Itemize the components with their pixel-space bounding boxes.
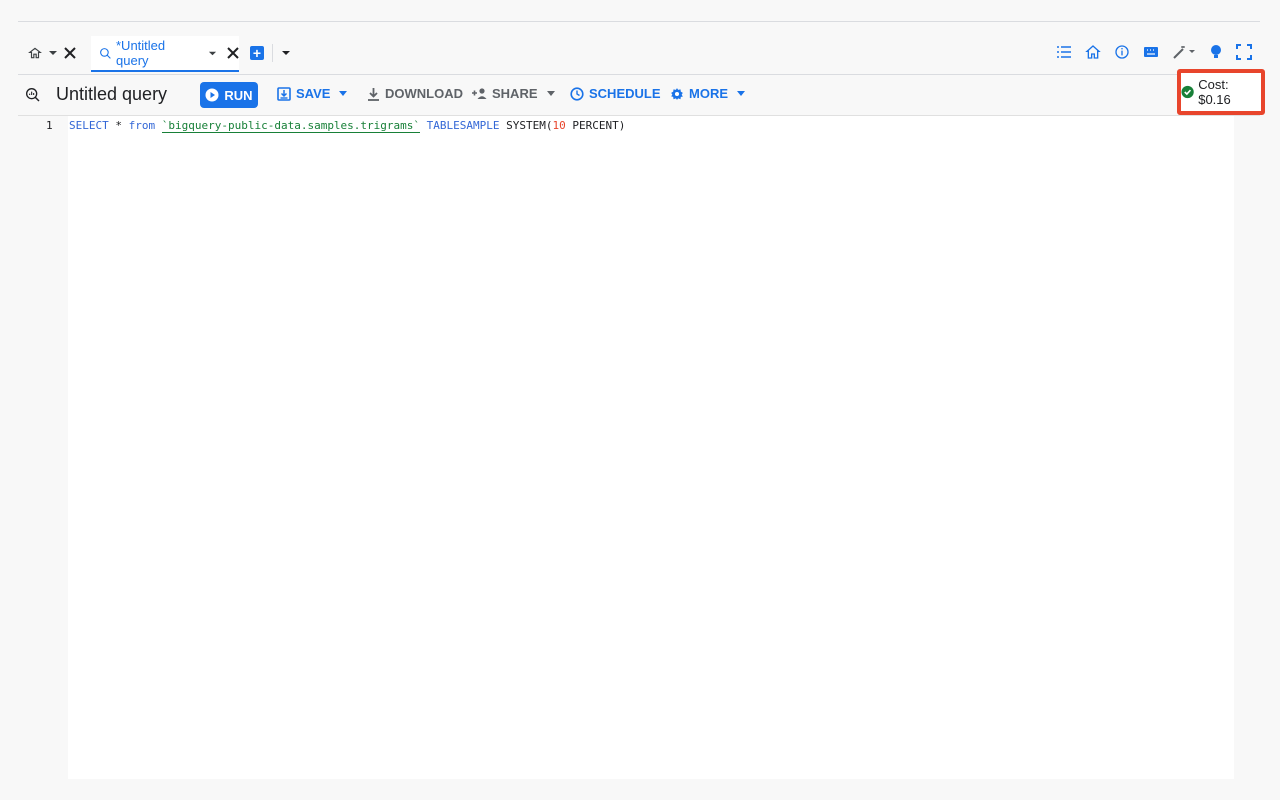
save-icon	[277, 86, 291, 101]
tab-menu-caret-icon[interactable]	[208, 49, 217, 58]
close-home-tab-icon[interactable]	[64, 47, 76, 59]
bigquery-workspace: *Untitled query + Untitled query RUN SAV…	[18, 21, 1265, 779]
number-literal: 10	[552, 119, 566, 132]
table-identifier: `bigquery-public-data.samples.trigrams`	[161, 119, 421, 133]
home-tab[interactable]	[28, 42, 76, 64]
tab-label: *Untitled query	[116, 38, 166, 68]
function-system: SYSTEM(	[506, 119, 553, 132]
download-button[interactable]: DOWNLOAD	[367, 86, 463, 101]
gear-icon	[671, 87, 683, 100]
tab-list-caret-icon[interactable]	[281, 48, 291, 58]
info-icon[interactable]	[1114, 44, 1130, 60]
tab-untitled-query[interactable]: *Untitled query	[91, 36, 239, 72]
line-gutter: 1	[18, 116, 68, 779]
home-outline-icon[interactable]	[1085, 44, 1101, 60]
workspace-actions	[1056, 44, 1252, 60]
add-tab-group: +	[250, 44, 291, 62]
run-button[interactable]: RUN	[200, 82, 258, 108]
keyword-select: SELECT	[69, 119, 109, 132]
home-tab-menu-caret-icon[interactable]	[48, 48, 58, 58]
save-label: SAVE	[296, 86, 331, 101]
editor-scrollbar[interactable]	[1234, 116, 1246, 779]
home-icon[interactable]	[28, 46, 42, 60]
download-label: DOWNLOAD	[385, 86, 463, 101]
magic-wand-icon[interactable]	[1172, 44, 1196, 60]
page-title: Untitled query	[56, 84, 168, 104]
tab-bar: *Untitled query +	[18, 34, 1260, 75]
query-icon	[99, 47, 112, 60]
share-button[interactable]: SHARE	[471, 86, 555, 101]
save-caret-icon	[339, 91, 348, 96]
keyword-percent: PERCENT)	[565, 119, 626, 132]
schedule-label: SCHEDULE	[589, 86, 661, 101]
cost-text: Cost: $0.16	[1198, 77, 1231, 107]
more-caret-icon	[737, 91, 745, 96]
download-icon	[368, 87, 379, 101]
query-toolbar: Untitled query RUN SAVE DOWNLOAD SHARE S…	[18, 69, 1265, 116]
add-person-icon	[472, 88, 487, 99]
schedule-button[interactable]: SCHEDULE	[570, 86, 661, 101]
run-label: RUN	[224, 87, 253, 103]
list-icon[interactable]	[1056, 45, 1072, 59]
share-label: SHARE	[492, 86, 538, 101]
more-label: MORE	[689, 86, 728, 101]
clock-icon	[570, 86, 584, 101]
more-button[interactable]: MORE	[670, 86, 745, 101]
divider	[272, 44, 273, 62]
keyword-from: from	[128, 119, 156, 132]
close-tab-icon[interactable]	[227, 47, 239, 59]
fullscreen-icon[interactable]	[1236, 44, 1252, 60]
check-circle-icon	[1181, 85, 1194, 99]
sql-editor[interactable]: 1 SELECT * from `bigquery-public-data.sa…	[18, 116, 1246, 779]
code-line[interactable]: SELECT * from `bigquery-public-data.samp…	[69, 119, 626, 133]
save-button[interactable]: SAVE	[277, 86, 348, 101]
keyboard-icon[interactable]	[1143, 45, 1159, 59]
add-tab-button[interactable]: +	[250, 46, 264, 60]
share-caret-icon	[546, 91, 555, 96]
star-operator: *	[108, 119, 129, 132]
line-number: 1	[46, 119, 53, 132]
lightbulb-icon[interactable]	[1209, 44, 1223, 60]
play-icon	[205, 88, 219, 102]
query-title-icon	[25, 87, 41, 103]
cost-indicator: Cost: $0.16	[1177, 69, 1265, 115]
keyword-tablesample: TABLESAMPLE	[426, 119, 500, 132]
